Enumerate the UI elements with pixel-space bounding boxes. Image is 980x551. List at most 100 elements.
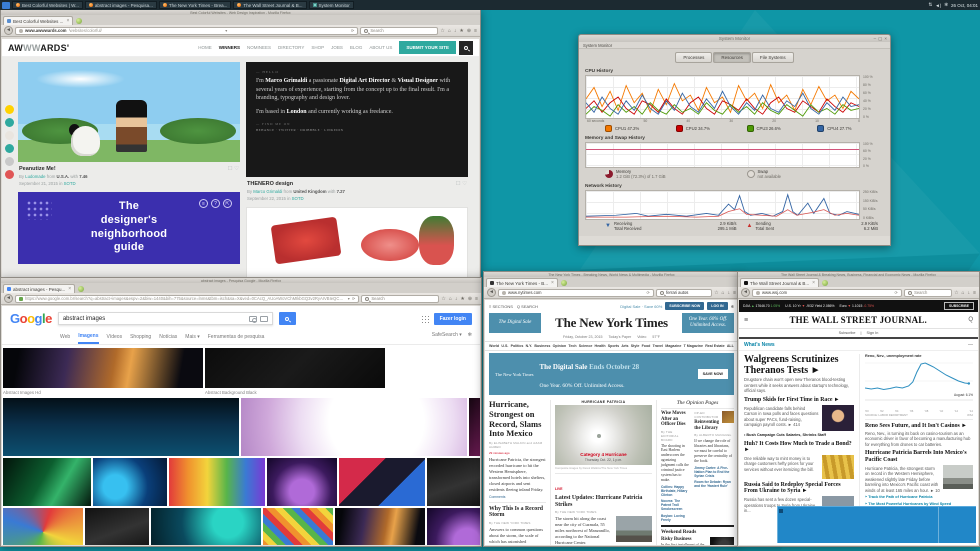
app-menu[interactable]: System Monitor [579, 42, 890, 49]
nav-item[interactable]: Opinion [553, 344, 567, 348]
search-bar[interactable]: Search [361, 295, 439, 303]
image-thumbnail[interactable] [241, 398, 467, 456]
search-input[interactable]: abstract images [58, 312, 273, 325]
video-link[interactable]: Video [637, 335, 646, 339]
image-thumbnail[interactable] [339, 458, 425, 506]
sign-in-button[interactable]: Fazer login [434, 313, 472, 325]
subscribe-now-button[interactable]: SUBSCRIBE NOW [665, 302, 704, 310]
tab-shopping[interactable]: Shopping [130, 334, 151, 343]
sync-icon[interactable]: ⊕ [467, 28, 471, 34]
nav-item[interactable]: Tech [568, 344, 576, 348]
headline[interactable]: Reno Sees Future, and It Isn't Casinos ► [865, 423, 973, 430]
nav-item[interactable]: Business [534, 344, 550, 348]
lead-headline[interactable]: Hurricane, Strongest on Record, Slams In… [489, 400, 546, 439]
search-bar[interactable]: Search [360, 27, 438, 35]
settings-gear-icon[interactable]: ✻ [468, 332, 472, 341]
headline[interactable]: Latest Updates: Hurricane Patricia Strik… [555, 495, 652, 508]
search-tools[interactable]: Ferramentas de pesquisa [208, 334, 265, 343]
home-icon[interactable]: ⌂ [448, 28, 451, 34]
reload-icon[interactable]: ⟳ [895, 290, 899, 295]
dropdown-icon[interactable]: ▾ [348, 296, 350, 301]
site-card[interactable]: Peanutize Me!☐ ♡ By Ludomade from U.S.A.… [18, 62, 240, 278]
tab-news[interactable]: Notícias [159, 334, 177, 343]
like-icon[interactable]: ☐ ♡ [456, 181, 467, 187]
safesearch-dropdown[interactable]: SafeSearch ▾ [432, 332, 462, 341]
image-thumbnail[interactable] [469, 398, 480, 456]
close-tab-icon[interactable]: × [812, 280, 815, 286]
back-button[interactable]: ◄ [741, 288, 750, 297]
headline[interactable]: Huh? It Costs How Much to Trade a Bond? … [744, 441, 854, 454]
home-icon[interactable]: ⌂ [449, 296, 452, 302]
menu-icon[interactable]: ≡ [973, 290, 976, 296]
rail-icon[interactable] [5, 131, 14, 140]
image-thumbnail[interactable] [267, 458, 337, 506]
ticker-item[interactable]: Euro ▼ 1.1015 -0.75% [840, 304, 875, 308]
nav-item[interactable]: T Magazine [684, 344, 703, 348]
tab-images[interactable]: Imagens [78, 333, 98, 344]
maximize-icon[interactable]: ▢ [878, 36, 882, 42]
opinion-link[interactable]: Collins: Happy Birthdate, Hillary Clinto… [661, 485, 690, 497]
headline[interactable]: Why This Is a Record Storm [489, 506, 546, 519]
menu-circle-icon[interactable]: ≡ [199, 199, 208, 208]
nav-home[interactable]: HOME [198, 45, 212, 50]
bookmarks-icon[interactable]: ★ [459, 28, 463, 34]
image-caption[interactable]: Abstract Images Hd [3, 390, 203, 395]
bookmark-star-icon[interactable]: ☆ [441, 296, 445, 302]
download-icon[interactable]: ↓ [454, 28, 457, 34]
image-thumbnail[interactable] [169, 458, 265, 506]
nav-item[interactable]: Arts [621, 344, 628, 348]
search-bar[interactable]: ferrari autos [656, 289, 712, 297]
nav-item[interactable]: Travel [653, 344, 663, 348]
advertisement-banner[interactable] [777, 506, 976, 543]
opinion-headline[interactable]: Wise Moves After an Officer Dies [661, 411, 690, 428]
digital-sale-banner[interactable]: The New York Times The Digital Sale Ends… [489, 353, 734, 395]
menu-icon[interactable]: ≡ [474, 28, 477, 34]
nav-item[interactable]: U.S. [501, 344, 508, 348]
opinion-link[interactable]: Boylan: Loving Freely [661, 514, 690, 522]
sign-in-link[interactable]: Sign In [867, 331, 879, 335]
nav-item[interactable]: N.Y. [526, 344, 533, 348]
reload-icon[interactable]: ⟳ [647, 290, 651, 295]
new-tab-button[interactable] [78, 286, 84, 292]
back-button[interactable]: ◄ [4, 294, 13, 303]
close-tab-icon[interactable]: × [66, 18, 69, 24]
headline[interactable]: Hurricane Patricia Barrels Into Mexico's… [865, 450, 973, 463]
image-thumbnail[interactable] [3, 348, 203, 388]
reload-icon[interactable]: ⟳ [352, 296, 356, 301]
image-thumbnail[interactable] [263, 508, 333, 545]
taskbar-window-button[interactable]: The New York Times - Brea... [159, 1, 232, 9]
url-bar[interactable]: https://www.google.com.br/search?q=abstr… [15, 295, 359, 303]
submit-your-site-button[interactable]: SUBMIT YOUR SITE [399, 41, 456, 54]
subscribe-link[interactable]: Subscribe [839, 331, 856, 335]
close-tab-icon[interactable]: × [68, 286, 71, 292]
digital-sale-promo-right[interactable]: One Year. 60% Off. Unlimited Access. [682, 313, 734, 333]
taskbar-window-button[interactable]: The Wall Street Journal & B... [233, 1, 306, 9]
site-search-button[interactable] [459, 41, 473, 55]
headline[interactable]: Russia Said to Redeploy Special Forces F… [744, 482, 854, 495]
image-thumbnail[interactable] [427, 458, 480, 506]
rail-icon[interactable] [5, 144, 14, 153]
new-tab-button[interactable] [561, 280, 567, 286]
volume-icon[interactable]: ◄) [935, 3, 941, 8]
rail-icon[interactable] [5, 157, 14, 166]
awwwards-logo[interactable]: AWWWARDS' [8, 43, 69, 53]
site-title[interactable]: THENERO design [247, 181, 293, 187]
site-thumbnail[interactable] [246, 207, 468, 278]
back-button[interactable]: ◄ [4, 26, 13, 35]
nav-jobs[interactable]: JOBS [331, 45, 343, 50]
hurricane-satellite-image[interactable]: Category 4 Hurricane Thursday Oct. 22, 1… [555, 405, 652, 465]
tab-resources[interactable]: Resources [713, 52, 751, 63]
bookmark-star-icon[interactable]: ☆ [714, 290, 718, 296]
bookmark-star-icon[interactable]: ☆ [440, 28, 444, 34]
home-icon[interactable]: ⌂ [962, 290, 965, 296]
new-tab-button[interactable] [822, 280, 828, 286]
image-thumbnail[interactable] [427, 508, 480, 545]
menu-icon[interactable]: ≡ [475, 296, 478, 302]
rail-icon[interactable] [5, 105, 14, 114]
search-by-image-icon[interactable] [249, 316, 257, 322]
nav-item[interactable]: Real Estate [705, 344, 724, 348]
bookmark-star-icon[interactable]: ☆ [954, 290, 958, 296]
nav-item[interactable]: World [489, 344, 499, 348]
image-thumbnail[interactable] [93, 458, 167, 506]
peanutize-thumbnail[interactable] [18, 62, 240, 162]
